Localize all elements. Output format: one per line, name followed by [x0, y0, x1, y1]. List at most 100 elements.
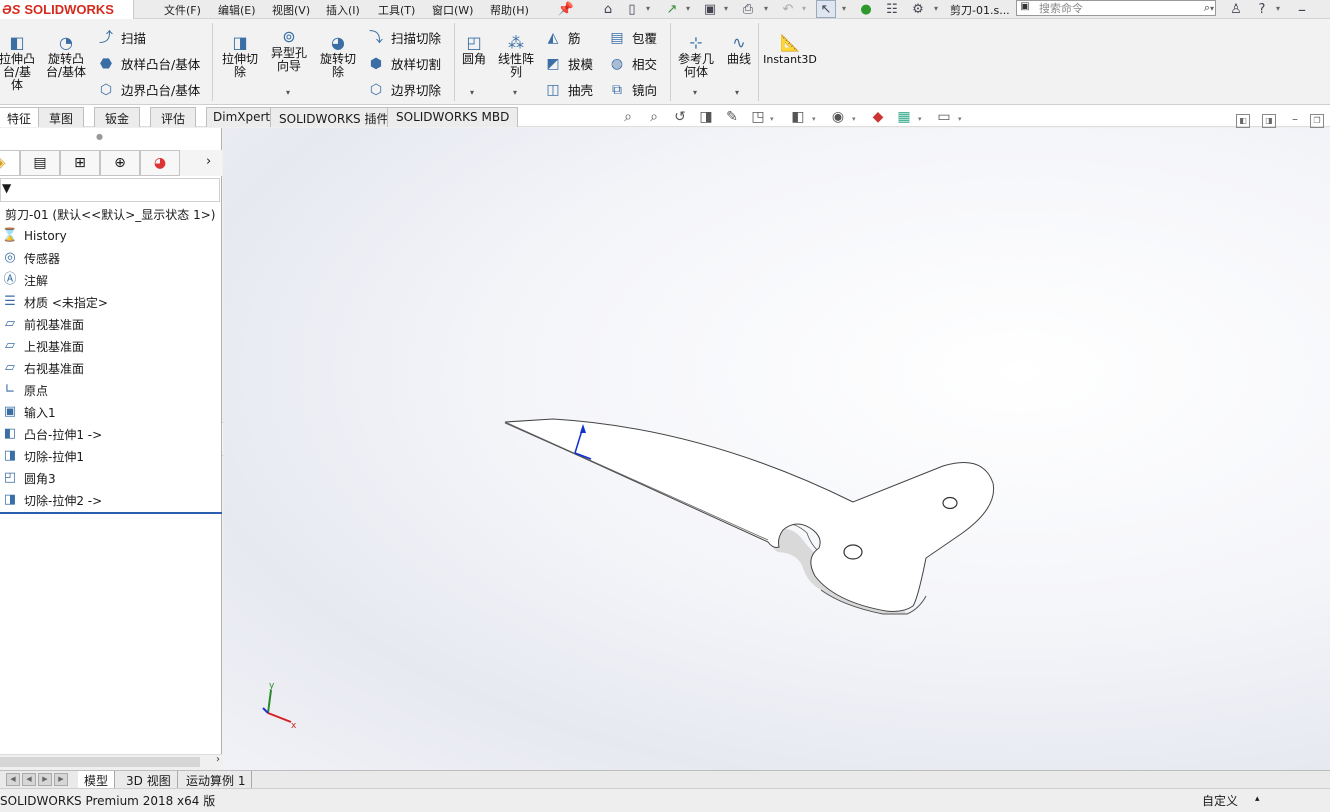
tree-item-boss-extrude1[interactable]: ◧ 凸台-拉伸1 ->	[0, 424, 102, 444]
section-view-icon[interactable]: ◨	[696, 109, 716, 127]
new-dropdown-icon[interactable]: ▾	[646, 4, 650, 13]
shell-button[interactable]: ◫ 抽壳	[543, 80, 593, 99]
help-icon[interactable]: ?	[1252, 0, 1272, 18]
linear-pattern-button[interactable]: ⁂ 线性阵列	[494, 33, 538, 79]
last-tab-icon[interactable]: ▶	[54, 773, 68, 786]
graphics-area[interactable]: y x	[223, 128, 1330, 770]
user-account-icon[interactable]: ♙	[1226, 0, 1246, 18]
help-dropdown-icon[interactable]: ▾	[1276, 4, 1280, 13]
lofted-cut-button[interactable]: ⬢ 放样切割	[366, 54, 441, 73]
display-style-dropdown-icon[interactable]: ▾	[812, 115, 816, 123]
panel-grip-icon[interactable]: ●	[96, 132, 103, 141]
tree-item-origin[interactable]: ∟ 原点	[0, 380, 48, 400]
intersect-button[interactable]: ◍ 相交	[607, 54, 657, 73]
minimize-window-icon[interactable]: –	[1292, 0, 1312, 19]
scroll-right-icon[interactable]: ›	[216, 754, 220, 765]
menu-window[interactable]: 窗口(W)	[432, 2, 473, 18]
tree-item-fillet3[interactable]: ◰ 圆角3	[0, 468, 56, 488]
display-style-icon[interactable]: ◧	[788, 109, 808, 127]
curves-dropdown-icon[interactable]: ▾	[735, 88, 739, 97]
next-tab-icon[interactable]: ▶	[38, 773, 52, 786]
dimxpert-manager-tab-icon[interactable]: ⊕	[100, 150, 140, 176]
open-icon[interactable]: ↗	[662, 0, 682, 18]
feature-tree-root[interactable]: 剪刀-01 (默认<<默认>_显示状态 1>)	[5, 206, 215, 223]
tab-3d-view[interactable]: 3D 视图	[120, 771, 178, 788]
sweep-button[interactable]: ⤴ 扫描	[96, 28, 146, 47]
view-settings-icon[interactable]: ▭	[934, 109, 954, 127]
tab-solidworks-mbd[interactable]: SOLIDWORKS MBD	[387, 107, 519, 127]
tile-right-icon[interactable]: ◨	[1262, 114, 1276, 128]
options-dropdown-icon[interactable]: ▾	[934, 4, 938, 13]
property-manager-tab-icon[interactable]: ▤	[20, 150, 60, 176]
pattern-dropdown-icon[interactable]: ▾	[513, 88, 517, 97]
select-icon[interactable]: ↖	[816, 0, 836, 18]
tree-item-material[interactable]: ☰ 材质 <未指定>	[0, 292, 108, 312]
tree-item-cut-extrude1[interactable]: ◨ 切除-拉伸1	[0, 446, 84, 466]
boundary-boss-button[interactable]: ⬡ 边界凸台/基体	[96, 80, 200, 99]
undo-dropdown-icon[interactable]: ▾	[802, 4, 806, 13]
revolve-boss-button[interactable]: ◔ 旋转凸台/基体	[44, 33, 88, 79]
restore-doc-icon[interactable]: ❐	[1310, 114, 1324, 128]
tab-solidworks-addins[interactable]: SOLIDWORKS 插件	[270, 107, 398, 127]
feature-manager-tab-icon[interactable]: ◈	[0, 150, 20, 176]
view-settings-dropdown-icon[interactable]: ▾	[958, 115, 962, 123]
mirror-button[interactable]: ⧉ 镜向	[607, 80, 657, 99]
menu-file[interactable]: 文件(F)	[164, 2, 201, 18]
home-icon[interactable]: ⌂	[598, 0, 618, 18]
swept-cut-button[interactable]: ⤵ 扫描切除	[366, 28, 441, 47]
reference-geometry-dropdown-icon[interactable]: ▾	[693, 88, 697, 97]
extrude-boss-button[interactable]: ◧ 拉伸凸台/基体	[0, 33, 38, 92]
options-gear-icon[interactable]: ⚙	[908, 0, 928, 18]
tab-motion-study[interactable]: 运动算例 1	[180, 771, 253, 788]
search-box[interactable]: ▣ 搜索命令 ⌕	[1016, 0, 1216, 16]
menu-tools[interactable]: 工具(T)	[378, 2, 415, 18]
configuration-manager-tab-icon[interactable]: ⊞	[60, 150, 100, 176]
hole-wizard-dropdown-icon[interactable]: ▾	[286, 88, 290, 97]
tile-left-icon[interactable]: ◧	[1236, 114, 1250, 128]
hole-wizard-button[interactable]: ⊚ 异型孔向导	[266, 27, 312, 73]
tab-sheet-metal[interactable]: 钣金	[94, 107, 141, 127]
tree-item-right-plane[interactable]: ▱ 右视基准面	[0, 358, 84, 378]
wrap-button[interactable]: ▤ 包覆	[607, 28, 657, 47]
print-icon[interactable]: ⎙	[738, 0, 758, 18]
solidworks-logo[interactable]: ƏS SOLIDWORKS	[0, 0, 134, 19]
tab-evaluate[interactable]: 评估	[150, 107, 197, 127]
search-input[interactable]: 搜索命令	[1033, 0, 1199, 16]
hide-show-dropdown-icon[interactable]: ▾	[852, 115, 856, 123]
extrude-cut-button[interactable]: ◨ 拉伸切除	[218, 33, 262, 79]
tree-item-import1[interactable]: ▣ 输入1	[0, 402, 56, 422]
menu-edit[interactable]: 编辑(E)	[218, 2, 256, 18]
edit-appearance-icon[interactable]: ◆	[868, 109, 888, 127]
apply-scene-icon[interactable]: ▦	[894, 109, 914, 127]
menu-help[interactable]: 帮助(H)	[490, 2, 529, 18]
display-manager-tab-icon[interactable]: ◕	[140, 150, 180, 176]
fillet-dropdown-icon[interactable]: ▾	[470, 88, 474, 97]
curves-button[interactable]: ∿ 曲线	[722, 33, 756, 66]
revolve-cut-button[interactable]: ◕ 旋转切除	[316, 33, 360, 79]
hide-show-items-icon[interactable]: ◉	[828, 109, 848, 127]
boundary-cut-button[interactable]: ⬡ 边界切除	[366, 80, 441, 99]
tab-features[interactable]: 特征	[0, 107, 43, 127]
undo-icon[interactable]: ↶	[778, 0, 798, 18]
pin-icon[interactable]: 📌	[556, 0, 576, 18]
first-tab-icon[interactable]: ◀	[6, 773, 20, 786]
tree-item-sensors[interactable]: ◎ 传感器	[0, 248, 60, 268]
scrollbar-thumb[interactable]	[0, 757, 200, 767]
apply-scene-dropdown-icon[interactable]: ▾	[918, 115, 922, 123]
unit-system-dropdown-icon[interactable]: ▴	[1255, 794, 1260, 804]
rebuild-icon[interactable]: ●	[856, 0, 876, 18]
previous-view-icon[interactable]: ↺	[670, 109, 690, 127]
tab-sketch[interactable]: 草图	[38, 107, 85, 127]
draft-button[interactable]: ◩ 拔模	[543, 54, 593, 73]
prev-tab-icon[interactable]: ◀	[22, 773, 36, 786]
tree-item-front-plane[interactable]: ▱ 前视基准面	[0, 314, 84, 334]
view-orientation-dropdown-icon[interactable]: ▾	[770, 115, 774, 123]
loft-boss-button[interactable]: ⬣ 放样凸台/基体	[96, 54, 200, 73]
zoom-to-area-icon[interactable]: ⌕	[644, 109, 664, 127]
file-properties-icon[interactable]: ☷	[882, 0, 902, 18]
new-document-icon[interactable]: ▯	[622, 0, 642, 18]
open-dropdown-icon[interactable]: ▾	[686, 4, 690, 13]
instant3d-button[interactable]: 📐 Instant3D	[762, 33, 818, 66]
tab-dimxpert[interactable]: DimXpert	[206, 107, 278, 127]
tree-item-top-plane[interactable]: ▱ 上视基准面	[0, 336, 84, 356]
